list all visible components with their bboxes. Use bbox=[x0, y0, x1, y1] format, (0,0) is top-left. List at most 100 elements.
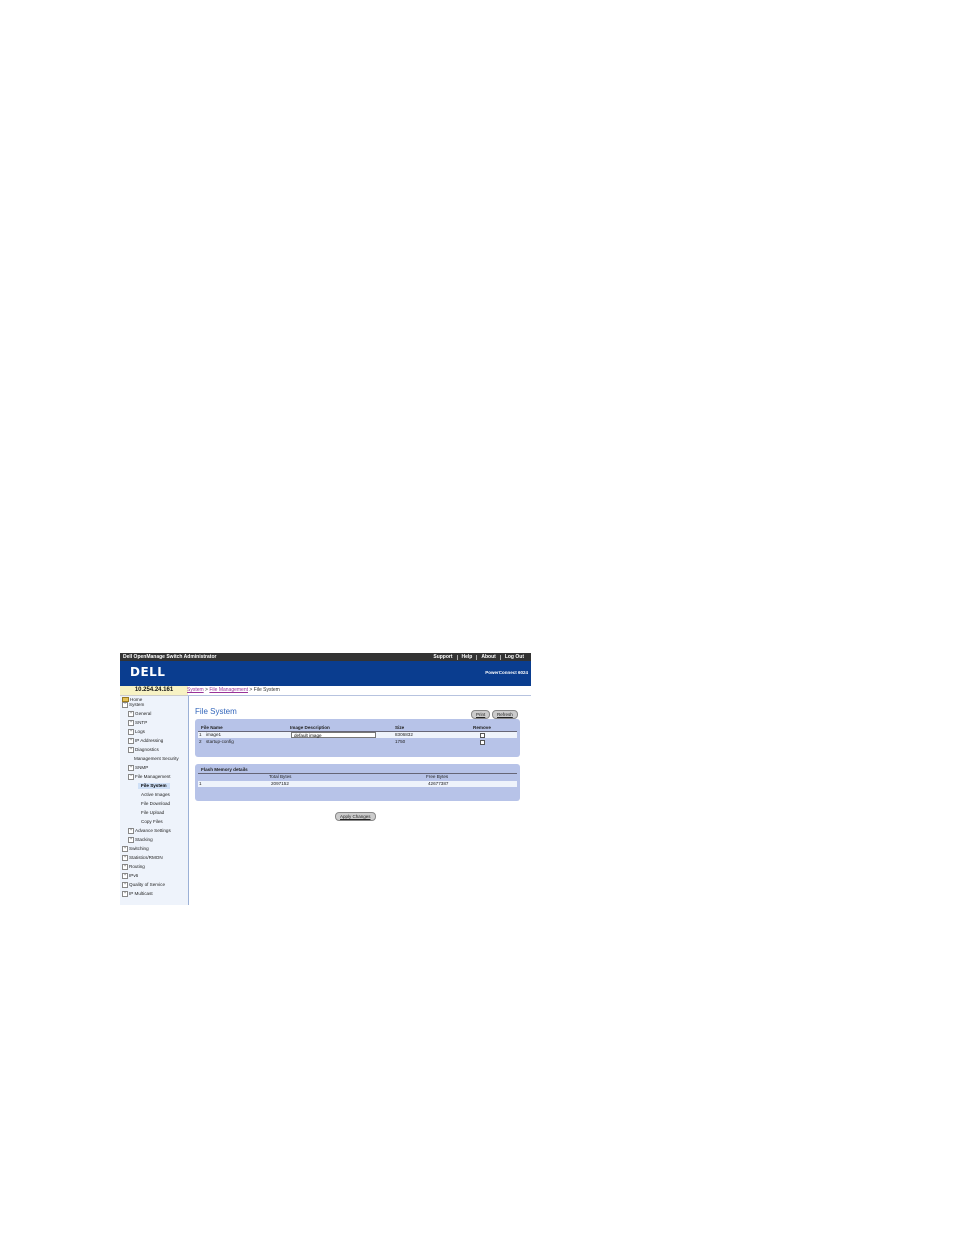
flash-memory-panel: Flash Memory details Total Bytes Free By… bbox=[195, 764, 520, 801]
row-index: 1 bbox=[199, 781, 202, 786]
file-system-panel: File Name Image Description Size Remove … bbox=[195, 719, 520, 757]
main-content: File System Print Refresh File Name Imag… bbox=[189, 696, 531, 905]
tree-item-general[interactable]: + General bbox=[128, 711, 151, 717]
top-bar: Dell OpenManage Switch Administrator Sup… bbox=[120, 653, 531, 661]
expand-icon[interactable]: + bbox=[122, 873, 128, 879]
tree-item-file-system[interactable]: File System bbox=[138, 783, 170, 789]
expand-icon[interactable]: + bbox=[122, 891, 128, 897]
dell-logo: DELL bbox=[130, 665, 166, 679]
tree-label: Switching bbox=[129, 846, 149, 852]
tree-label: File System bbox=[141, 783, 167, 788]
tree-item-statistics-rmon[interactable]: + Statistics/RMON bbox=[122, 855, 163, 861]
tree-item-switching[interactable]: + Switching bbox=[122, 846, 149, 852]
tree-label: File Management bbox=[135, 774, 171, 780]
expand-icon[interactable]: + bbox=[122, 855, 128, 861]
table-row: 1 2097152 42677387 bbox=[198, 781, 517, 787]
tree-label: Statistics/RMON bbox=[129, 855, 163, 861]
expand-icon[interactable]: + bbox=[122, 864, 128, 870]
file-name: image1 bbox=[206, 732, 222, 737]
tree-item-copy-files[interactable]: Copy Files bbox=[141, 819, 163, 825]
print-button[interactable]: Print bbox=[471, 710, 491, 719]
expand-icon[interactable]: + bbox=[128, 729, 134, 735]
total-bytes-header: Total Bytes bbox=[269, 774, 292, 779]
expand-icon[interactable]: + bbox=[128, 720, 134, 726]
tree-item-ip-multicast[interactable]: + IP Multicast bbox=[122, 891, 153, 897]
tree-item-active-images[interactable]: Active Images bbox=[141, 792, 170, 798]
tree-label: Stacking bbox=[135, 837, 153, 843]
expand-icon[interactable]: + bbox=[128, 837, 134, 843]
tree-item-logs[interactable]: + Logs bbox=[128, 729, 145, 735]
row-index: 2 bbox=[199, 739, 202, 744]
image-description-input[interactable]: default image bbox=[291, 732, 376, 738]
refresh-button[interactable]: Refresh bbox=[492, 710, 518, 719]
tree-item-diagnostics[interactable]: + Diagnostics bbox=[128, 747, 159, 753]
expand-icon[interactable]: + bbox=[122, 882, 128, 888]
tree-item-ip-addressing[interactable]: + IP Addressing bbox=[128, 738, 163, 744]
collapse-icon[interactable]: − bbox=[128, 774, 134, 780]
flash-memory-title: Flash Memory details bbox=[201, 767, 248, 772]
tree-item-stacking[interactable]: + Stacking bbox=[128, 837, 153, 843]
about-link[interactable]: About bbox=[477, 654, 499, 660]
app-title: Dell OpenManage Switch Administrator bbox=[123, 654, 217, 660]
ip-address-bar: 10.254.24.161 bbox=[120, 686, 188, 696]
tree-label: System bbox=[129, 702, 145, 708]
tree-label: SNMP bbox=[135, 765, 149, 771]
table-row: 2 startup-config 1750 bbox=[198, 739, 517, 745]
tree-item-sntp[interactable]: + SNTP bbox=[128, 720, 147, 726]
page-title: File System bbox=[195, 707, 237, 716]
file-name: startup-config bbox=[206, 739, 234, 744]
apply-changes-button[interactable]: Apply Changes bbox=[335, 812, 376, 821]
title-divider bbox=[198, 773, 517, 774]
tree-label: SNTP bbox=[135, 720, 148, 726]
tree-item-management-security[interactable]: Management Security bbox=[134, 756, 179, 762]
expand-icon[interactable]: + bbox=[128, 711, 134, 717]
table-row: 1 image1 default image 8306832 bbox=[198, 732, 517, 738]
collapse-icon[interactable]: − bbox=[122, 702, 128, 708]
breadcrumb-file-management[interactable]: File Management bbox=[209, 687, 248, 693]
tree-label: Logs bbox=[135, 729, 145, 735]
tree-label: Management Security bbox=[134, 756, 179, 761]
tree-item-advance-settings[interactable]: + Advance Settings bbox=[128, 828, 171, 834]
tree-label: Advance Settings bbox=[135, 828, 171, 834]
expand-icon[interactable]: + bbox=[128, 765, 134, 771]
tree-item-routing[interactable]: + Routing bbox=[122, 864, 145, 870]
help-link[interactable]: Help bbox=[458, 654, 477, 660]
row-index: 1 bbox=[199, 732, 202, 737]
tree-item-file-download[interactable]: File Download bbox=[141, 801, 170, 807]
support-link[interactable]: Support bbox=[429, 654, 456, 660]
tree-label: IP Addressing bbox=[135, 738, 164, 744]
remove-checkbox[interactable] bbox=[480, 739, 485, 745]
tree-label: IPv6 bbox=[129, 873, 139, 879]
expand-icon[interactable]: + bbox=[128, 828, 134, 834]
logout-link[interactable]: Log Out bbox=[501, 654, 528, 660]
tree-label: General bbox=[135, 711, 152, 717]
free-bytes-value: 42677387 bbox=[428, 781, 449, 786]
ip-address: 10.254.24.161 bbox=[134, 687, 174, 693]
app-window: Dell OpenManage Switch Administrator Sup… bbox=[120, 653, 531, 905]
tree-item-quality-of-service[interactable]: + Quality of Service bbox=[122, 882, 165, 888]
file-size: 1750 bbox=[395, 739, 406, 744]
file-size: 8306832 bbox=[395, 732, 413, 737]
tree-item-ipv6[interactable]: + IPv6 bbox=[122, 873, 138, 879]
tree-label: Copy Files bbox=[141, 819, 163, 824]
file-name-header: File Name bbox=[201, 725, 223, 730]
remove-header: Remove bbox=[473, 725, 491, 730]
product-name: PowerConnect 6024 bbox=[485, 670, 528, 675]
brand-bar: DELL PowerConnect 6024 bbox=[120, 661, 531, 686]
breadcrumb-system[interactable]: System bbox=[187, 687, 204, 693]
image-description-header: Image Description bbox=[290, 725, 330, 730]
tree-label: Diagnostics bbox=[135, 747, 159, 753]
remove-checkbox[interactable] bbox=[480, 732, 485, 738]
expand-icon[interactable]: + bbox=[128, 747, 134, 753]
tree-item-system[interactable]: − System bbox=[122, 702, 144, 708]
expand-icon[interactable]: + bbox=[122, 846, 128, 852]
expand-icon[interactable]: + bbox=[128, 738, 134, 744]
tree-item-file-upload[interactable]: File Upload bbox=[141, 810, 164, 816]
tree-label: Active Images bbox=[141, 792, 170, 797]
tree-item-file-management[interactable]: − File Management bbox=[128, 774, 171, 780]
size-header: Size bbox=[395, 725, 405, 730]
tree-label: Quality of Service bbox=[129, 882, 165, 888]
free-bytes-header: Free Bytes bbox=[426, 774, 449, 779]
sidebar: Home − System + General + SNTP + Logs + IP Ad… bbox=[120, 696, 189, 905]
tree-item-snmp[interactable]: + SNMP bbox=[128, 765, 148, 771]
